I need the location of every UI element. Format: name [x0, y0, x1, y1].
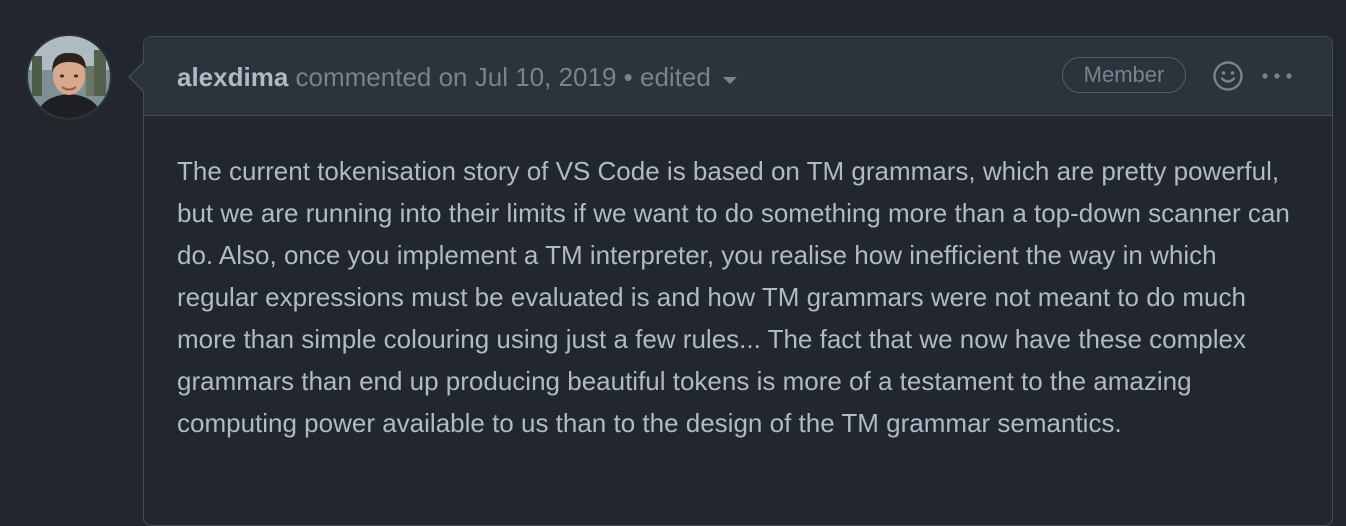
smiley-icon[interactable] [1212, 60, 1244, 92]
comment-meta: alexdima commented on Jul 10, 2019 • edi… [177, 61, 737, 93]
kebab-horizontal-icon[interactable] [1257, 63, 1297, 89]
edited-dropdown[interactable]: edited [640, 62, 737, 92]
comment-body: The current tokenisation story of VS Cod… [177, 156, 1290, 438]
avatar[interactable] [28, 36, 110, 118]
author-link[interactable]: alexdima [177, 62, 288, 92]
comment-date[interactable]: Jul 10, 2019 [475, 62, 617, 92]
comment-header: alexdima commented on Jul 10, 2019 • edi… [144, 37, 1332, 116]
edited-label: edited [640, 62, 711, 92]
comment-pointer-fill [130, 63, 144, 91]
caret-down-icon [722, 76, 737, 84]
member-badge: Member [1062, 57, 1186, 93]
comment-action: commented on [295, 62, 468, 92]
avatar-image [28, 36, 110, 118]
comment-box: alexdima commented on Jul 10, 2019 • edi… [143, 36, 1333, 526]
meta-separator: • [623, 62, 633, 92]
